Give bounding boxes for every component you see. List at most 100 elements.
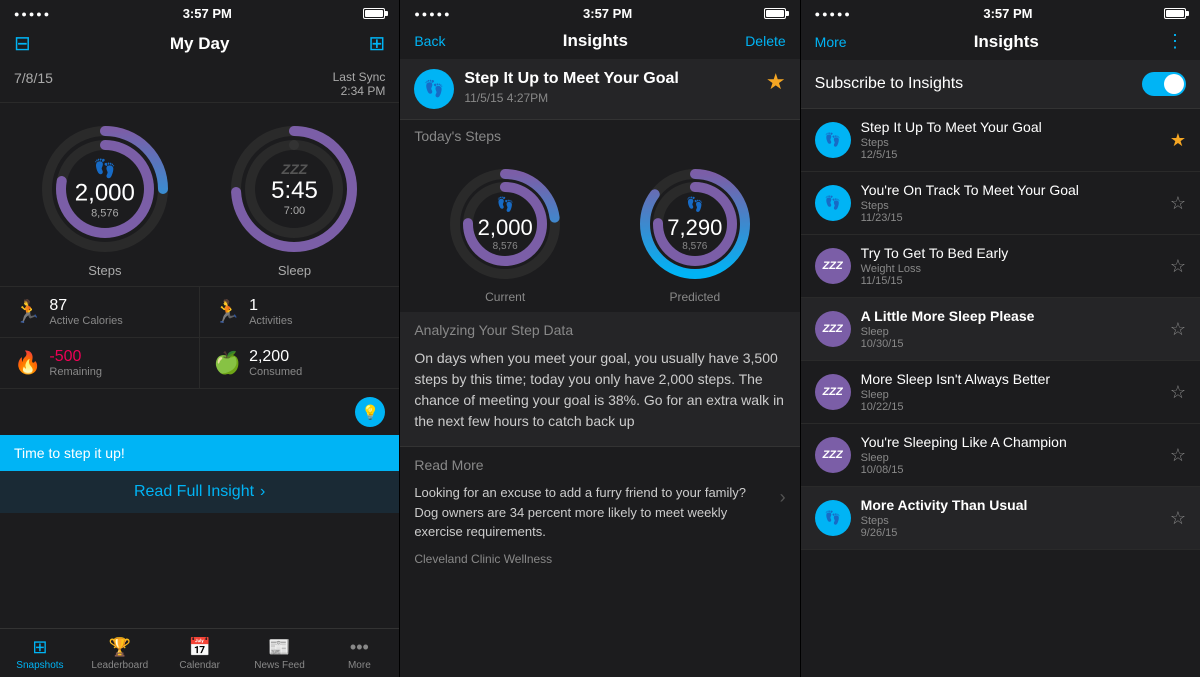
list-title-4: More Sleep Isn't Always Better	[861, 371, 1160, 387]
nav-leaderboard[interactable]: 🏆 Leaderboard	[80, 629, 160, 677]
insight-star-button[interactable]: ★	[766, 69, 786, 95]
nav-more[interactable]: ••• More	[319, 629, 399, 677]
predicted-ring-wrap: 👣 7,290 8,576 Predicted	[635, 164, 755, 304]
predicted-ring: 👣 7,290 8,576	[635, 164, 755, 284]
list-item[interactable]: ZZZ Try To Get To Bed Early Weight Loss1…	[801, 235, 1200, 298]
status-bar-2: ●●●●● 3:57 PM	[400, 0, 799, 25]
list-star-6[interactable]: ☆	[1170, 508, 1186, 529]
status-right-1	[363, 8, 385, 19]
nav-newsfeed[interactable]: 📰 News Feed	[240, 629, 320, 677]
sync-label: Last Sync	[333, 70, 386, 84]
consumed-icon: 🍏	[214, 350, 241, 376]
remaining-label: Remaining	[49, 366, 102, 378]
activities-value: 1	[249, 297, 292, 315]
more-dots-button[interactable]: ⋮	[1166, 31, 1186, 52]
stat-activities: 🏃 1 Activities	[200, 287, 400, 338]
insight-detail-avatar: 👣	[414, 69, 454, 109]
list-meta-2: Weight Loss11/15/15	[861, 263, 1160, 287]
list-star-3[interactable]: ☆	[1170, 319, 1186, 340]
list-info-0: Step It Up To Meet Your Goal Steps12/5/1…	[861, 119, 1160, 161]
insight-avatar-icon: 👣	[424, 79, 444, 99]
lightbulb-button[interactable]: 💡	[355, 397, 385, 427]
list-meta-3: Sleep10/30/15	[861, 326, 1160, 350]
active-calories-icon: 🏃	[14, 299, 41, 325]
insight-title-group: Step It Up to Meet Your Goal 11/5/15 4:2…	[464, 69, 756, 105]
delete-button[interactable]: Delete	[745, 33, 785, 49]
read-more-content[interactable]: Looking for an excuse to add a furry fri…	[400, 479, 799, 550]
battery-icon-2	[764, 8, 786, 19]
list-avatar-6: 👣	[815, 500, 851, 536]
list-title-6: More Activity Than Usual	[861, 497, 1160, 513]
insights-list: 👣 Step It Up To Meet Your Goal Steps12/5…	[801, 109, 1200, 677]
status-time-2: 3:57 PM	[583, 6, 632, 21]
list-star-5[interactable]: ☆	[1170, 445, 1186, 466]
list-avatar-icon-3: ZZZ	[823, 323, 843, 335]
nav-snapshots[interactable]: ⊞ Snapshots	[0, 629, 80, 677]
nav-calendar[interactable]: 📅 Calendar	[160, 629, 240, 677]
list-star-0[interactable]: ★	[1170, 130, 1186, 151]
list-item[interactable]: 👣 You're On Track To Meet Your Goal Step…	[801, 172, 1200, 235]
steps-label: Steps	[88, 263, 121, 278]
subscribe-row: Subscribe to Insights	[801, 60, 1200, 109]
current-ring: 👣 2,000 8,576	[445, 164, 565, 284]
more-nav-icon: •••	[350, 637, 369, 658]
list-star-2[interactable]: ☆	[1170, 256, 1186, 277]
list-item[interactable]: 👣 Step It Up To Meet Your Goal Steps12/5…	[801, 109, 1200, 172]
list-avatar-0: 👣	[815, 122, 851, 158]
panel-insights-list: ●●●●● 3:57 PM More Insights ⋮ Subscribe …	[801, 0, 1200, 677]
sleep-label: Sleep	[278, 263, 311, 278]
nav-bar-1: ⊟ My Day ⊞	[0, 25, 399, 64]
date-label: 7/8/15	[14, 70, 53, 86]
more-back-button[interactable]: More	[815, 34, 847, 50]
list-info-4: More Sleep Isn't Always Better Sleep10/2…	[861, 371, 1160, 413]
list-info-3: A Little More Sleep Please Sleep10/30/15	[861, 308, 1160, 350]
sync-time: 2:34 PM	[333, 84, 386, 98]
read-more-source: Cleveland Clinic Wellness	[400, 550, 799, 576]
remaining-info: -500 Remaining	[49, 348, 102, 378]
list-item[interactable]: 👣 More Activity Than Usual Steps9/26/15 …	[801, 487, 1200, 550]
steps-sub: 8,576	[75, 208, 135, 220]
sleep-value: 5:45	[271, 179, 318, 203]
subscribe-toggle[interactable]	[1142, 72, 1186, 96]
list-star-4[interactable]: ☆	[1170, 382, 1186, 403]
current-ring-sub: 8,576	[478, 241, 533, 252]
current-ring-wrap: 👣 2,000 8,576 Current	[445, 164, 565, 304]
list-avatar-5: ZZZ	[815, 437, 851, 473]
home-icon[interactable]: ⊟	[14, 31, 31, 56]
list-item[interactable]: ZZZ A Little More Sleep Please Sleep10/3…	[801, 298, 1200, 361]
stat-remaining: 🔥 -500 Remaining	[0, 338, 200, 388]
bottom-nav-1: ⊞ Snapshots 🏆 Leaderboard 📅 Calendar 📰 N…	[0, 628, 399, 677]
consumed-info: 2,200 Consumed	[249, 348, 302, 378]
current-ring-center: 👣 2,000 8,576	[478, 196, 533, 252]
nav-bar-3: More Insights ⋮	[801, 25, 1200, 60]
list-avatar-icon-1: 👣	[825, 195, 841, 211]
battery-icon-3	[1164, 8, 1186, 19]
current-label: Current	[485, 290, 525, 304]
grid-icon[interactable]: ⊞	[369, 31, 386, 56]
list-title-0: Step It Up To Meet Your Goal	[861, 119, 1160, 135]
list-star-1[interactable]: ☆	[1170, 193, 1186, 214]
active-calories-info: 87 Active Calories	[49, 297, 122, 327]
snapshots-icon: ⊞	[32, 637, 47, 658]
hint-area: 💡	[0, 389, 399, 435]
active-calories-label: Active Calories	[49, 315, 122, 327]
list-item[interactable]: ZZZ You're Sleeping Like A Champion Slee…	[801, 424, 1200, 487]
page-title-3: Insights	[974, 32, 1039, 52]
read-insight-arrow-icon: ›	[260, 483, 265, 501]
read-full-insight-bar[interactable]: Read Full Insight ›	[0, 471, 399, 513]
sync-info: Last Sync 2:34 PM	[333, 70, 386, 98]
back-button[interactable]: Back	[414, 33, 445, 49]
predicted-ring-sub: 8,576	[667, 241, 722, 252]
more-label: More	[348, 660, 371, 671]
list-item[interactable]: ZZZ More Sleep Isn't Always Better Sleep…	[801, 361, 1200, 424]
list-meta-6: Steps9/26/15	[861, 515, 1160, 539]
current-ring-icon: 👣	[478, 196, 533, 213]
steps-rings-section: 👣 2,000 8,576 Current	[400, 150, 799, 312]
read-full-insight-text: Read Full Insight	[134, 483, 254, 501]
list-avatar-3: ZZZ	[815, 311, 851, 347]
activities-info: 1 Activities	[249, 297, 292, 327]
panel-insight-detail: ●●●●● 3:57 PM Back Insights Delete 👣 Ste…	[400, 0, 800, 677]
battery-icon-1	[363, 8, 385, 19]
panel-my-day: ●●●●● 3:57 PM ⊟ My Day ⊞ 7/8/15 Last Syn…	[0, 0, 400, 677]
subscribe-label: Subscribe to Insights	[815, 75, 964, 93]
